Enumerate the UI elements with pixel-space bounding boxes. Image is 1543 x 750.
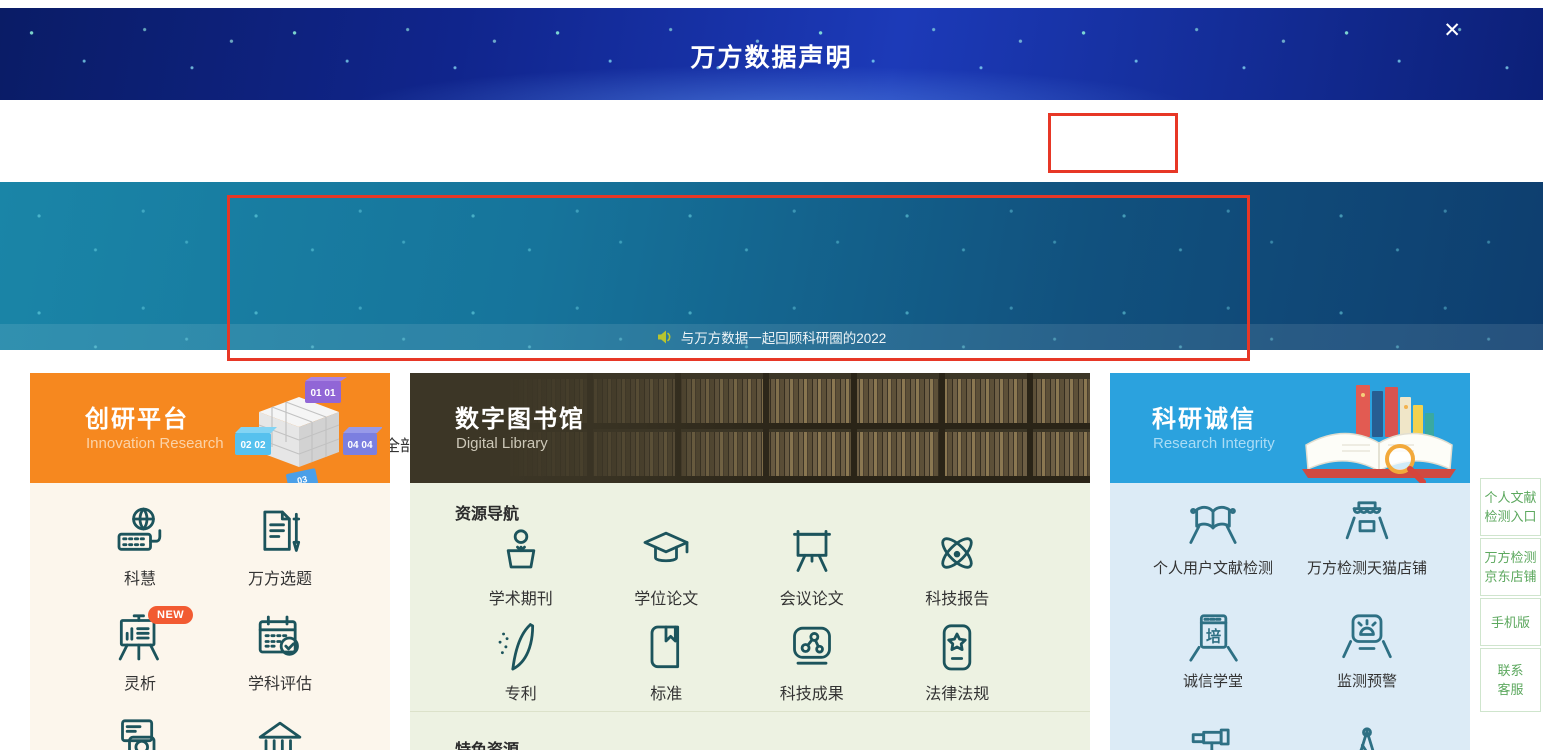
notice-title: 万方数据声明 xyxy=(0,38,1543,74)
evaluate-icon xyxy=(252,610,308,666)
section-title-resources: 资源导航 xyxy=(455,500,519,524)
card-innovation-body: 科慧 万方选题 NEW 灵析 学科评估 xyxy=(30,483,390,750)
wanfang-homepage: 万方数据声明 ✕ 万方数据 WANFANG DATA 知识服务平台 V2.0 学… xyxy=(0,0,1543,750)
service-item[interactable]: 个人用户文献检测 xyxy=(1136,497,1290,610)
service-item-label: 学科评估 xyxy=(248,670,312,694)
achievement-icon xyxy=(784,620,840,676)
service-item[interactable]: NEW 灵析 xyxy=(70,610,210,715)
service-item[interactable]: 监测预警 xyxy=(1290,610,1444,723)
service-item[interactable]: 法律法规 xyxy=(885,620,1031,715)
patent-icon xyxy=(493,620,549,676)
service-item[interactable]: 万方检测天猫店铺 xyxy=(1290,497,1444,610)
telescope-icon xyxy=(1185,723,1241,750)
service-item-label: 万方检测天猫店铺 xyxy=(1307,557,1427,578)
service-item[interactable] xyxy=(70,715,210,750)
cube-illustration: 01 01 02 02 04 04 03 xyxy=(217,377,382,483)
site-header: 万方数据 WANFANG DATA 知识服务平台 V2.0 学习中心 应用 会员… xyxy=(0,100,1543,182)
side-widget-panel: 个人文献 检测入口 万方检测 京东店铺 手机版 联系 客服 xyxy=(1480,478,1541,712)
speaker-icon xyxy=(657,330,673,344)
service-item-label: 灵析 xyxy=(124,670,156,694)
svg-text:04 04: 04 04 xyxy=(347,440,372,451)
side-widget[interactable]: 手机版 xyxy=(1480,598,1541,646)
service-item[interactable]: 专利 xyxy=(448,620,594,715)
announcement-text: 与万方数据一起回顾科研圈的2022 xyxy=(681,327,887,347)
service-item[interactable] xyxy=(210,715,350,750)
service-item[interactable] xyxy=(1290,723,1444,750)
bank-icon xyxy=(252,715,308,750)
service-item-label: 个人用户文献检测 xyxy=(1153,557,1273,578)
card-integrity-body: 个人用户文献检测 万方检测天猫店铺 培 诚信学堂 监测预警 xyxy=(1110,483,1470,750)
service-item-label: 学术期刊 xyxy=(489,585,553,609)
degree-icon xyxy=(638,525,694,581)
card-innovation-platform: 创研平台 Innovation Research 01 01 02 02 xyxy=(30,373,390,750)
alert-icon xyxy=(1339,610,1395,666)
card-subtitle: Research Integrity xyxy=(1153,435,1275,452)
service-item[interactable]: 学术期刊 xyxy=(448,525,594,620)
report-icon xyxy=(929,525,985,581)
side-widget-label: 联系 客服 xyxy=(1497,661,1523,699)
svg-text:培: 培 xyxy=(1206,628,1221,646)
service-item[interactable]: 学科评估 xyxy=(210,610,350,715)
card-subtitle: Digital Library xyxy=(456,435,548,452)
card-title: 数字图书馆 xyxy=(455,399,585,434)
service-item[interactable]: 会议论文 xyxy=(739,525,885,620)
card-title: 科研诚信 xyxy=(1152,399,1256,434)
service-item[interactable]: 科技报告 xyxy=(885,525,1031,620)
journal-icon xyxy=(493,525,549,581)
classroom-icon: 培 xyxy=(1185,610,1241,666)
notice-banner: 万方数据声明 ✕ xyxy=(0,8,1543,100)
service-item-label: 科技成果 xyxy=(780,680,844,704)
service-item-label: 监测预警 xyxy=(1337,670,1397,691)
tmall-shop-icon xyxy=(1339,497,1395,553)
service-item-label: 法律法规 xyxy=(925,680,989,704)
new-badge: NEW xyxy=(148,606,193,624)
card-library-header[interactable]: 数字图书馆 Digital Library xyxy=(410,373,1090,483)
card-subtitle: Innovation Research xyxy=(86,435,224,452)
side-widget-label: 个人文献 检测入口 xyxy=(1484,488,1536,526)
svg-text:02 02: 02 02 xyxy=(240,440,265,451)
service-item-label: 学位论文 xyxy=(634,585,698,609)
standard-icon xyxy=(638,620,694,676)
compass-icon xyxy=(1339,723,1395,750)
service-item[interactable]: 标准 xyxy=(594,620,740,715)
side-widget-label: 手机版 xyxy=(1491,613,1530,632)
side-widget[interactable]: 个人文献 检测入口 xyxy=(1480,478,1541,536)
open-book-illustration xyxy=(1290,379,1468,483)
conference-icon xyxy=(784,525,840,581)
close-icon[interactable]: ✕ xyxy=(1443,18,1461,43)
service-item-label: 标准 xyxy=(650,680,682,704)
service-item[interactable]: 科慧 xyxy=(70,505,210,610)
card-innovation-header[interactable]: 创研平台 Innovation Research 01 01 02 02 xyxy=(30,373,390,483)
divider xyxy=(410,711,1090,712)
service-item[interactable]: 科技成果 xyxy=(739,620,885,715)
side-widget-label: 万方检测 京东店铺 xyxy=(1484,548,1536,586)
card-icon xyxy=(112,715,168,750)
section-title-special: 特色资源 xyxy=(455,736,519,750)
service-item[interactable]: 万方选题 xyxy=(210,505,350,610)
service-item-label: 专利 xyxy=(505,680,537,704)
law-icon xyxy=(929,620,985,676)
svg-text:01 01: 01 01 xyxy=(310,388,335,399)
card-digital-library: 数字图书馆 Digital Library 资源导航 学术期刊 学位论文 会议论… xyxy=(410,373,1090,750)
kehui-icon xyxy=(112,505,168,561)
service-item-label: 诚信学堂 xyxy=(1183,670,1243,691)
service-item[interactable] xyxy=(1136,723,1290,750)
service-item-label: 科技报告 xyxy=(925,585,989,609)
service-item-label: 万方选题 xyxy=(248,565,312,589)
side-widget[interactable]: 联系 客服 xyxy=(1480,648,1541,712)
card-research-integrity: 科研诚信 Research Integrity xyxy=(1110,373,1470,750)
topic-icon xyxy=(252,505,308,561)
card-title: 创研平台 xyxy=(85,399,189,434)
side-widget[interactable]: 万方检测 京东店铺 xyxy=(1480,538,1541,596)
search-hero: 万方智搜 全部 检索 高级检索 xyxy=(0,182,1543,350)
card-integrity-header[interactable]: 科研诚信 Research Integrity xyxy=(1110,373,1470,483)
announcement-bar[interactable]: 与万方数据一起回顾科研圈的2022 xyxy=(0,324,1543,350)
service-item[interactable]: 培 诚信学堂 xyxy=(1136,610,1290,723)
service-item-label: 会议论文 xyxy=(780,585,844,609)
personal-check-icon xyxy=(1185,497,1241,553)
card-library-body: 资源导航 学术期刊 学位论文 会议论文 科技报告 专利 标准 科技成果 法律法规… xyxy=(410,483,1090,750)
service-item[interactable]: 学位论文 xyxy=(594,525,740,620)
service-item-label: 科慧 xyxy=(124,565,156,589)
